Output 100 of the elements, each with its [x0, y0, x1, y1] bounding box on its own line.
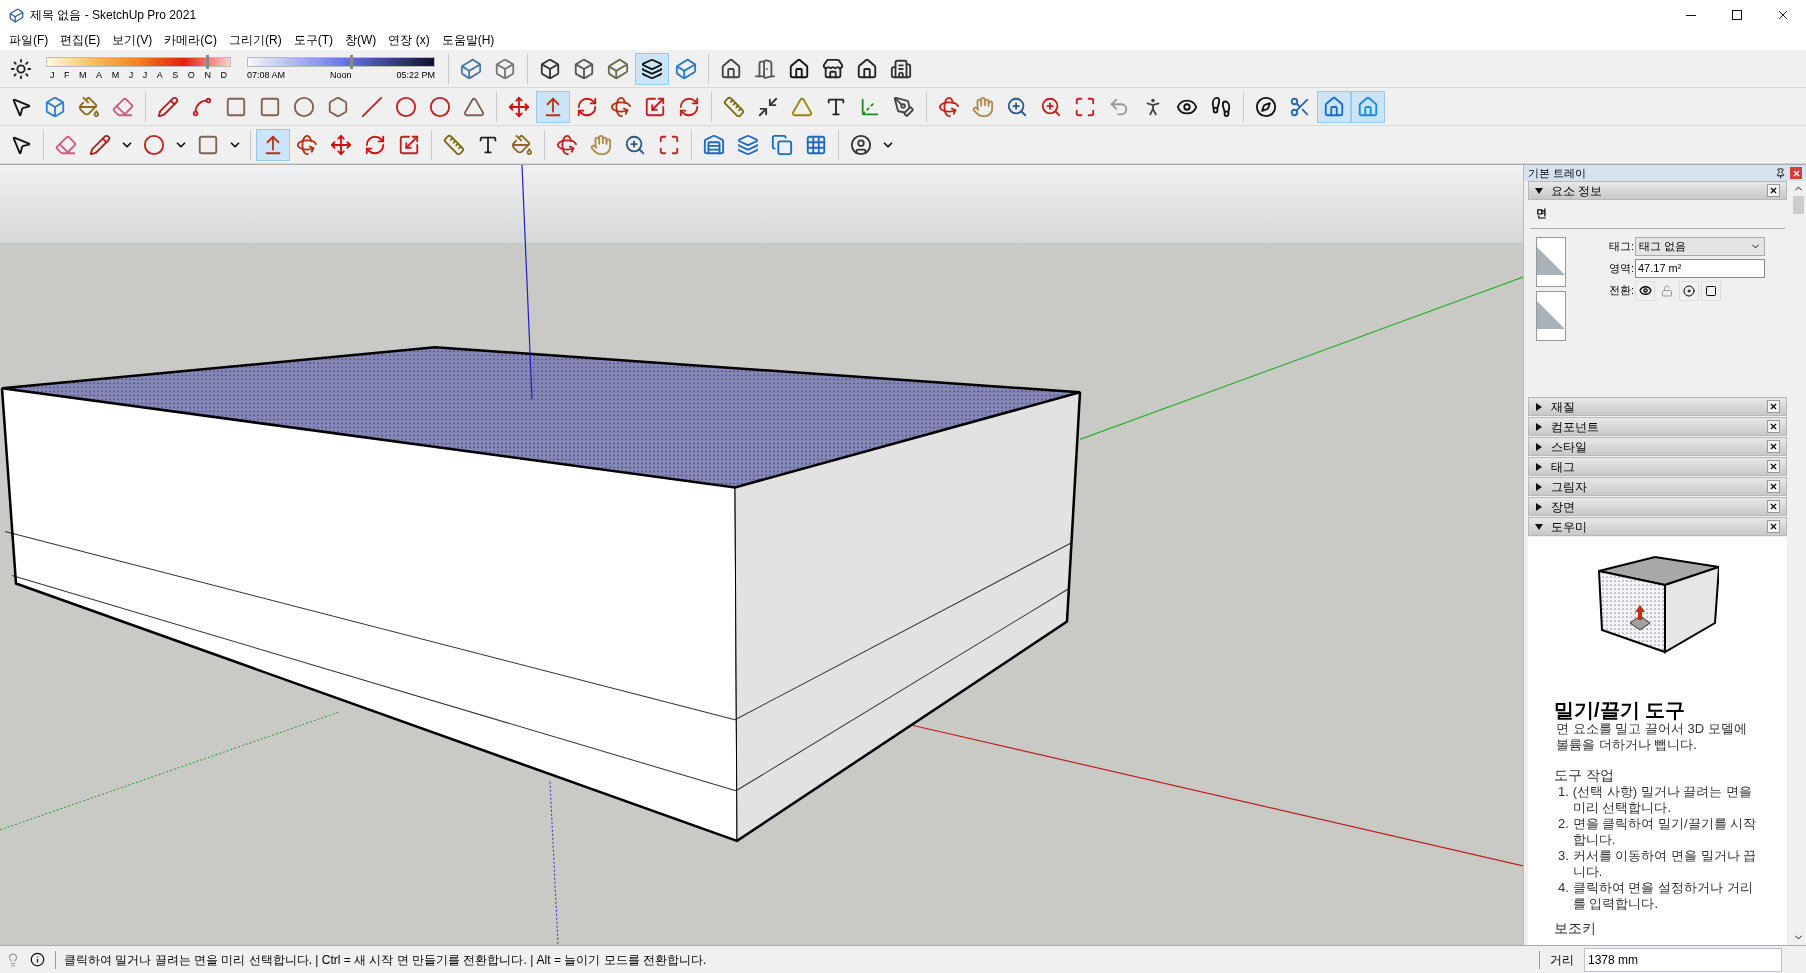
panel-header[interactable]: 재질 [1528, 397, 1787, 416]
field-label: 전환: [1607, 283, 1634, 299]
menu-item[interactable]: 도움말(H) [435, 30, 501, 50]
cube-icon [44, 95, 66, 118]
month-label: J [128, 68, 134, 81]
menu-item[interactable]: 연장 (x) [382, 30, 436, 50]
panel-header[interactable]: 스타일 [1528, 437, 1787, 456]
status-message: 클릭하여 밀거나 끌려는 면을 미리 선택합니다. | Ctrl = 새 시작 면 만들기를 전환합니다. | Alt = 늘이기 모드를 전환합니다. [55, 950, 1529, 969]
pencil-icon [89, 133, 111, 156]
month-label: S [172, 68, 179, 81]
menu-item[interactable]: 보기(V) [106, 30, 159, 50]
window-title: 제목 없음 - SketchUp Pro 2021 [30, 7, 198, 24]
instructor-section-title: 도구 작업 [1554, 767, 1615, 784]
month-label: N [204, 68, 211, 81]
menu-item[interactable]: 카메라(C) [158, 30, 223, 50]
field-label: 영역: [1607, 260, 1634, 276]
panel-title: 재질 [1551, 398, 1576, 416]
slider-thumb[interactable] [350, 54, 354, 69]
move-icon [330, 133, 352, 156]
warehouse-icon [703, 133, 725, 156]
compass-icon [1255, 95, 1277, 118]
menu-item[interactable]: 그리기(R) [223, 30, 288, 50]
panel-header[interactable]: 도우미 [1528, 517, 1787, 536]
step-text: 면을 클릭하여 밀기/끌기를 시작합니다. [1572, 816, 1758, 848]
orbit-icon [938, 95, 960, 118]
circle-icon [293, 95, 315, 118]
close-button[interactable] [1767, 440, 1780, 453]
close-button[interactable] [1767, 400, 1780, 413]
close-icon [1769, 402, 1778, 411]
close-icon [1769, 442, 1778, 451]
month-slider[interactable]: J F M A M J J A S O N D [46, 54, 231, 85]
toggle-button[interactable] [1635, 280, 1655, 301]
expand-caret-icon [1535, 442, 1543, 451]
close-icon [1769, 502, 1778, 511]
building-icon [890, 57, 912, 80]
toggle-button[interactable] [1679, 280, 1699, 301]
area-field[interactable]: 47.17 m² [1635, 258, 1765, 278]
zoom-extents-icon [1074, 95, 1096, 118]
field-label: 태그: [1607, 238, 1634, 254]
tag-dropdown[interactable]: 태그 없음 [1635, 236, 1765, 256]
model-viewport[interactable] [0, 165, 1523, 945]
move-icon [508, 95, 530, 118]
month-label: J [142, 68, 148, 81]
copy-icon [771, 133, 793, 156]
close-icon [1791, 168, 1801, 178]
month-label: M [79, 68, 87, 81]
panel-header[interactable]: 요소 정보 [1528, 181, 1787, 200]
month-label: J [50, 68, 55, 81]
info-icon[interactable] [30, 952, 45, 967]
step-text: 커서를 이동하여 면을 밀거나 끕니다. [1572, 848, 1758, 880]
pin-icon[interactable] [1775, 167, 1786, 179]
expand-caret-icon [1535, 502, 1543, 511]
pencil-icon [157, 95, 179, 118]
instructor-section-title: 보조키 [1554, 920, 1597, 937]
panel-header[interactable]: 컴포넌트 [1528, 417, 1787, 436]
time-slider[interactable]: 07:08 AM Noon 05:22 PM [247, 54, 435, 85]
step-number: 1. [1558, 784, 1569, 801]
eye-icon [1638, 284, 1652, 297]
measurement-field[interactable]: 1378 mm [1584, 947, 1782, 972]
close-icon [1769, 422, 1778, 431]
slider-thumb[interactable] [206, 54, 210, 69]
user-icon [850, 133, 872, 156]
hand-icon [972, 95, 994, 118]
paint-bucket-icon [511, 133, 533, 156]
panel-header[interactable]: 장면 [1528, 497, 1787, 516]
close-button[interactable] [1767, 420, 1780, 433]
menu-item[interactable]: 창(W) [339, 30, 383, 50]
hand-icon [590, 133, 612, 156]
close-icon [1769, 522, 1778, 531]
measurement-label: 거리 [1539, 950, 1574, 969]
scale-icon [398, 133, 420, 156]
toggle-button[interactable] [1701, 280, 1721, 301]
scrollbar-thumb[interactable] [1793, 196, 1804, 214]
rotate-icon [576, 95, 598, 118]
tray-title: 기본 트레이 [1528, 165, 1588, 181]
menu-item[interactable]: 파일(F) [3, 30, 55, 50]
close-button[interactable] [1767, 460, 1780, 473]
close-icon [1776, 8, 1790, 22]
panel-header[interactable]: 태그 [1528, 457, 1787, 476]
instructor-description: 면 요소를 밀고 끌어서 3D 모델에 볼륨을 더하거나 뺍니다. [1555, 721, 1748, 753]
toolbar-button[interactable] [635, 52, 669, 85]
house-icon [720, 57, 742, 80]
close-button[interactable] [1767, 520, 1780, 533]
close-button[interactable] [1767, 500, 1780, 513]
panel-title: 태그 [1551, 458, 1576, 476]
panel-header[interactable]: 그림자 [1528, 477, 1787, 496]
close-icon [1769, 186, 1778, 195]
panel-title: 도우미 [1551, 518, 1588, 536]
panel-title: 그림자 [1551, 478, 1588, 496]
maximize-icon [1732, 10, 1742, 20]
menu-item[interactable]: 편집(E) [54, 30, 107, 50]
eraser-icon [112, 95, 134, 118]
step-number: 3. [1558, 848, 1569, 865]
rectangle-icon [197, 133, 219, 156]
layers-icon [737, 133, 759, 156]
menu-item[interactable]: 도구(T) [287, 30, 339, 50]
collapse-caret-icon [1535, 186, 1543, 195]
close-button[interactable] [1767, 184, 1780, 197]
close-button[interactable] [1767, 480, 1780, 493]
zoom-icon [624, 133, 646, 156]
